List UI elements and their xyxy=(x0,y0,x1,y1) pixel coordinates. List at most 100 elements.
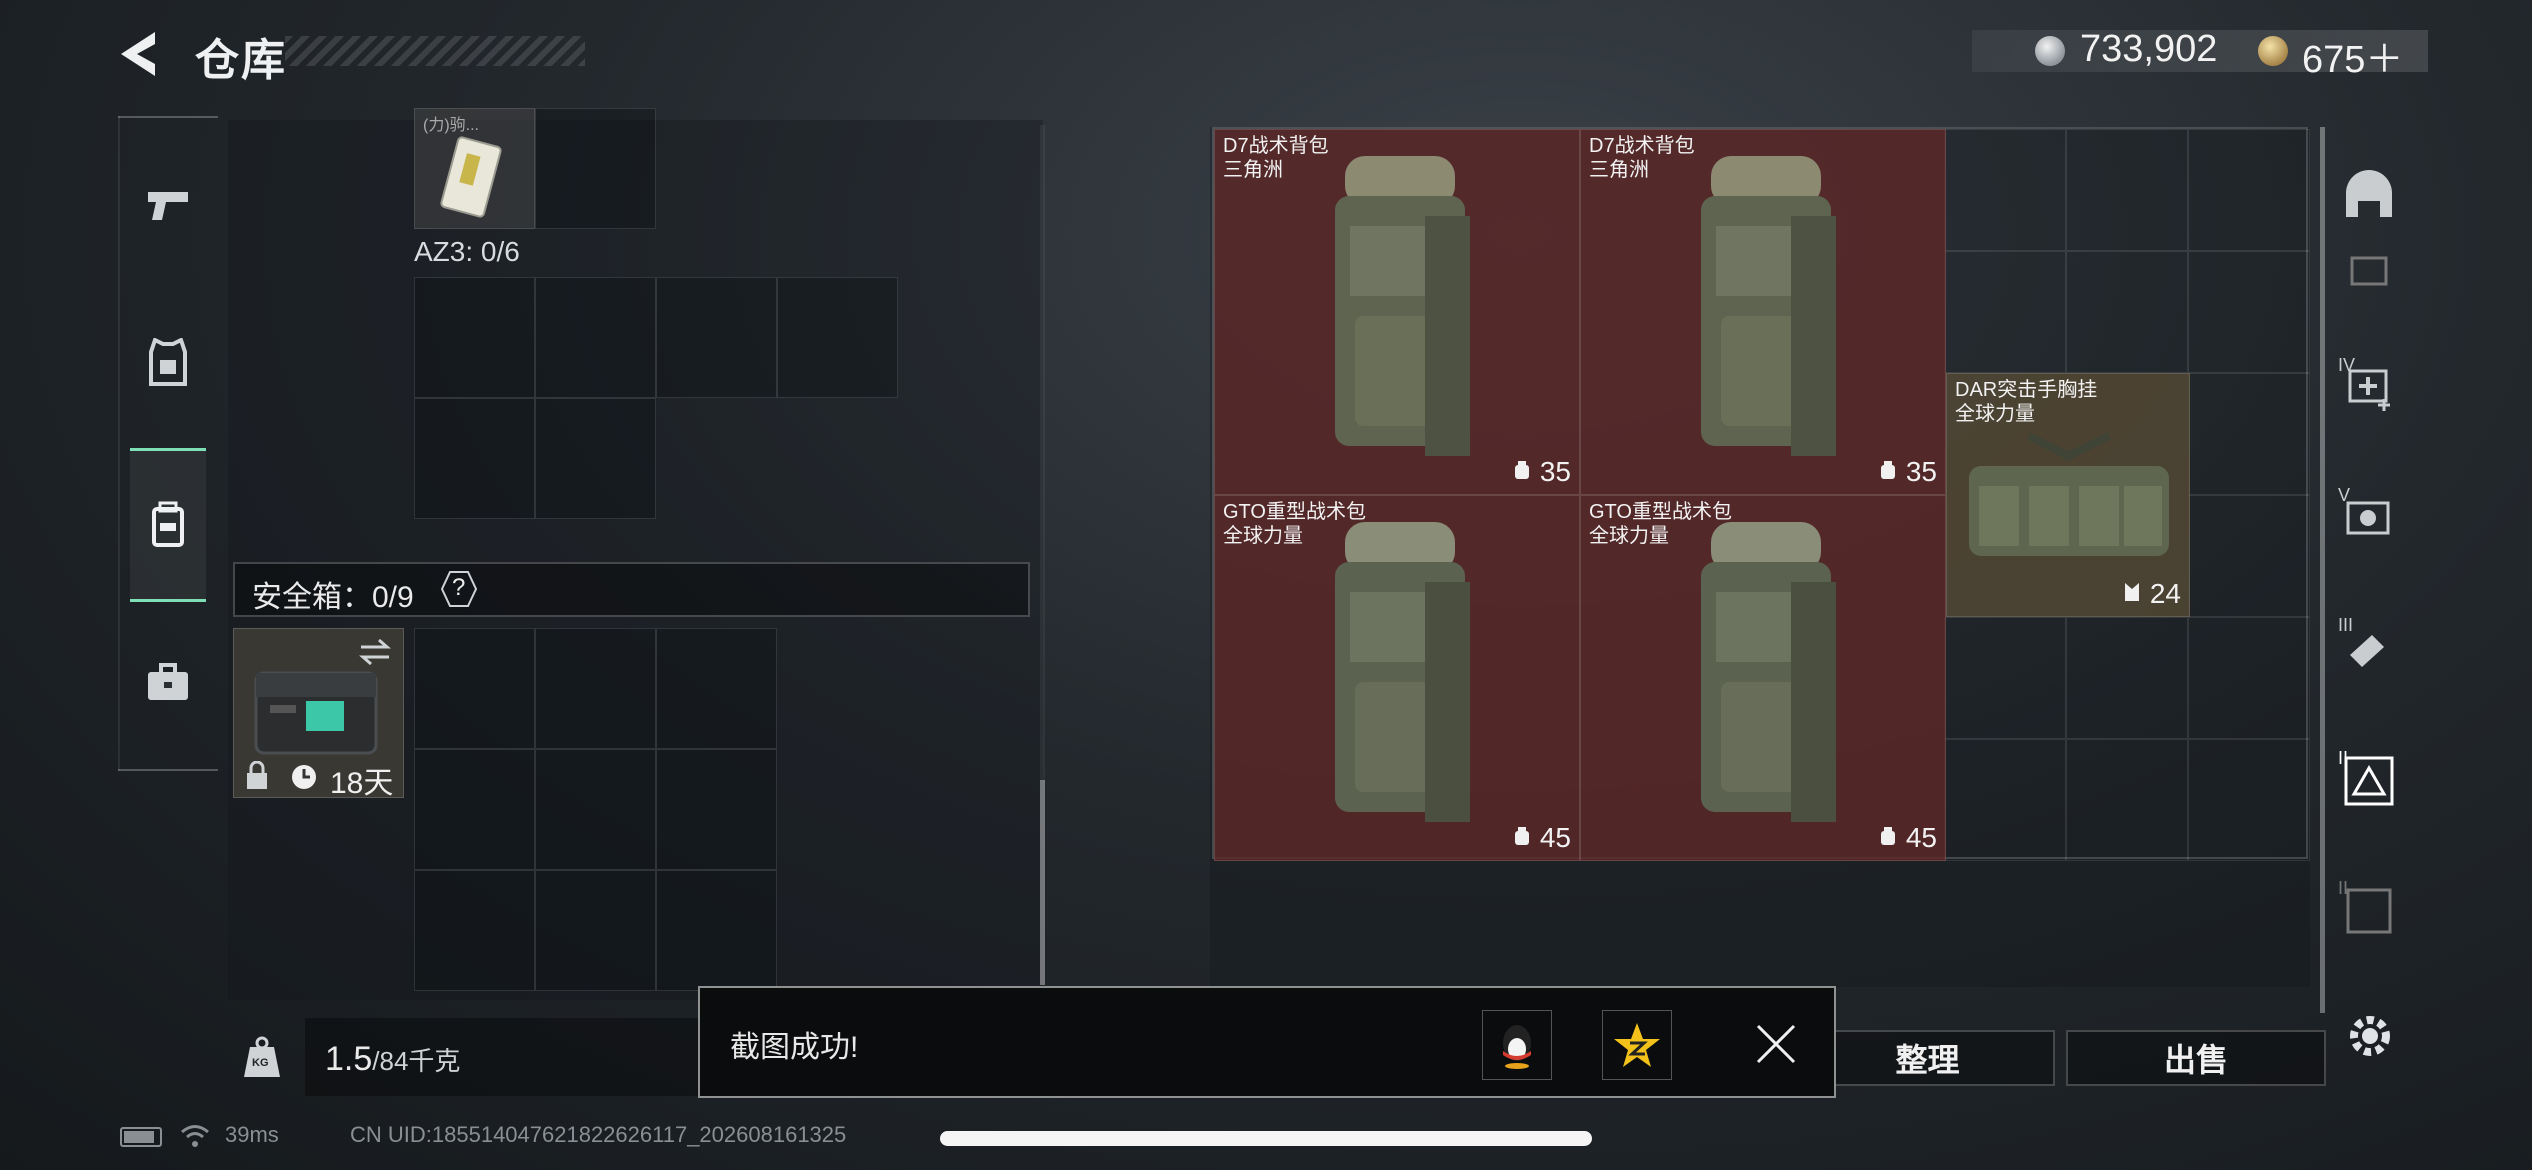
stash-slot[interactable] xyxy=(1944,739,2066,861)
briefcase-icon xyxy=(148,663,188,700)
wifi-icon xyxy=(181,1125,209,1147)
stash-scrollbar[interactable] xyxy=(2320,127,2325,1013)
inventory-slot[interactable] xyxy=(777,277,898,398)
stash-slot[interactable] xyxy=(2188,495,2310,617)
weight-value: 1.5/84千克 xyxy=(325,1040,460,1079)
silver-coin-icon xyxy=(2035,36,2065,66)
stash-slot[interactable] xyxy=(2066,129,2188,251)
backpack-capacity-icon xyxy=(1881,827,1896,845)
pistol-icon xyxy=(148,192,188,220)
left-scrollbar-thumb[interactable] xyxy=(1040,780,1045,985)
stash-item-gto-heavy-pack[interactable]: GTO重型战术包 全球力量 45 xyxy=(1580,495,1946,861)
backpack-image xyxy=(1335,156,1470,456)
qzone-star-icon xyxy=(1614,1023,1660,1067)
share-qzone-button[interactable] xyxy=(1602,1010,1672,1080)
stash-item-d7-backpack[interactable]: D7战术背包 三角洲 35 xyxy=(1580,129,1946,495)
item-name: D7战术背包 三角洲 xyxy=(1223,135,1329,181)
stash-slot[interactable] xyxy=(1944,251,2066,373)
help-icon[interactable]: ? xyxy=(440,570,478,608)
az-capacity-label: AZ3: 0/6 xyxy=(414,236,520,267)
inventory-slot[interactable] xyxy=(535,398,656,519)
stash-slot[interactable] xyxy=(2188,129,2310,251)
stash-slot[interactable] xyxy=(2066,251,2188,373)
clock-icon xyxy=(292,765,316,789)
stash-grid: D7战术背包 三角洲 35 D7战术背包 三角洲 35 DAR突击手胸挂 全球力量 xyxy=(1212,127,2310,861)
rail-divider xyxy=(118,116,218,118)
safe-case-icon xyxy=(254,671,378,755)
armor-vest-icon xyxy=(149,338,187,386)
inventory-slot[interactable] xyxy=(656,277,777,398)
inventory-slot[interactable] xyxy=(656,870,777,991)
rail-item-backpacks[interactable] xyxy=(130,448,206,602)
gold-currency-value[interactable]: 675＋ xyxy=(2302,28,2403,83)
item-capacity: 45 xyxy=(1512,822,1571,854)
rail-item-weapons[interactable] xyxy=(130,156,206,256)
user-uid: CN UID:1855140476218226261​17_2026081613… xyxy=(350,1122,847,1147)
camera-filter-icon[interactable]: V xyxy=(2338,485,2400,547)
inventory-slot[interactable] xyxy=(535,749,656,870)
stash-slot[interactable] xyxy=(2188,739,2310,861)
rail-divider xyxy=(118,769,218,771)
inventory-slot[interactable] xyxy=(414,749,535,870)
close-icon[interactable] xyxy=(1752,1020,1800,1068)
item-capacity: 35 xyxy=(1878,456,1937,488)
inventory-slot-card[interactable]: (力)驹... xyxy=(414,108,535,229)
stash-item-d7-backpack[interactable]: D7战术背包 三角洲 35 xyxy=(1214,129,1580,495)
sell-button[interactable]: 出售 xyxy=(2066,1030,2326,1086)
settings-gear-icon[interactable] xyxy=(2342,1008,2398,1064)
keycard-icon xyxy=(440,136,502,218)
share-qq-button[interactable] xyxy=(1482,1010,1552,1080)
item-capacity: 24 xyxy=(2122,578,2181,610)
item-capacity: 35 xyxy=(1512,456,1571,488)
stash-slot[interactable] xyxy=(2188,251,2310,373)
inventory-slot[interactable] xyxy=(535,870,656,991)
silver-currency-value: 733,902 xyxy=(2080,28,2218,70)
triangle-box-filter-icon[interactable]: II xyxy=(2338,748,2400,810)
stash-slot[interactable] xyxy=(1944,129,2066,251)
rail-item-containers[interactable] xyxy=(130,632,206,732)
stash-slot[interactable] xyxy=(1944,617,2066,739)
inventory-slot[interactable] xyxy=(535,628,656,749)
back-arrow-icon[interactable] xyxy=(115,28,161,80)
stash-slot[interactable] xyxy=(2066,739,2188,861)
backpack-capacity-icon xyxy=(1515,827,1530,845)
inventory-slot[interactable] xyxy=(656,628,777,749)
helmet-filter-icon[interactable] xyxy=(2338,165,2400,227)
backpack-icon xyxy=(152,501,184,547)
inventory-slot[interactable] xyxy=(414,628,535,749)
qq-penguin-icon xyxy=(1503,1025,1531,1069)
home-indicator[interactable] xyxy=(940,1131,1592,1146)
inventory-slot[interactable] xyxy=(656,749,777,870)
backpack-capacity-icon xyxy=(1881,461,1896,479)
stash-item-dar-chest-rig[interactable]: DAR突击手胸挂 全球力量 24 xyxy=(1946,373,2190,617)
weight-icon: KG xyxy=(240,1035,284,1079)
inventory-slot[interactable] xyxy=(414,870,535,991)
tool-filter-icon[interactable]: III xyxy=(2338,615,2400,677)
sort-button[interactable]: 整理 xyxy=(1800,1030,2055,1086)
item-name: D7战术背包 三角洲 xyxy=(1589,135,1695,181)
lock-icon xyxy=(247,761,267,789)
ping-latency: 39ms xyxy=(225,1122,279,1147)
backpack-capacity-icon xyxy=(1515,461,1530,479)
stash-slot[interactable] xyxy=(2188,617,2310,739)
gold-coin-icon xyxy=(2258,36,2288,66)
rail-item-armor[interactable] xyxy=(130,313,206,413)
medkit-filter-icon[interactable]: IV xyxy=(2338,355,2400,417)
title-decoration xyxy=(285,36,585,66)
inventory-slot[interactable] xyxy=(414,398,535,519)
inventory-slot[interactable] xyxy=(535,108,656,229)
inventory-slot[interactable] xyxy=(535,277,656,398)
container-filter-icon[interactable]: II xyxy=(2338,878,2400,940)
backpack-image xyxy=(1335,522,1470,822)
weight-max: /84千克 xyxy=(372,1046,461,1076)
toast-message: 截图成功! xyxy=(730,1031,859,1064)
inventory-slot[interactable] xyxy=(414,277,535,398)
stash-item-gto-heavy-pack[interactable]: GTO重型战术包 全球力量 45 xyxy=(1214,495,1580,861)
filter-divider xyxy=(2338,248,2400,288)
battery-level xyxy=(124,1131,154,1143)
item-name: DAR突击手胸挂 全球力量 xyxy=(1955,379,2098,425)
stash-slot[interactable] xyxy=(2188,373,2310,495)
backpack-image xyxy=(1701,156,1836,456)
safebox-capacity-label: 安全箱：0/9 xyxy=(252,581,414,614)
stash-slot[interactable] xyxy=(2066,617,2188,739)
